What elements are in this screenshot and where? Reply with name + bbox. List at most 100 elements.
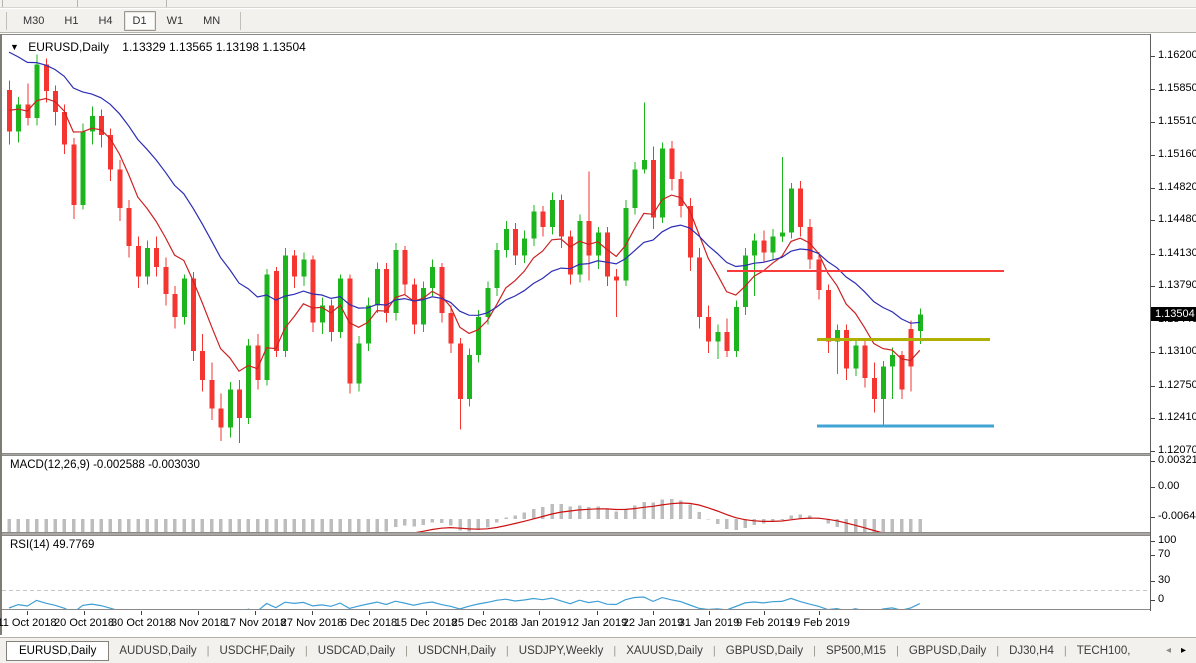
rsi-line (9, 597, 920, 609)
chart-tab-usdchf-daily[interactable]: USDCHF,Daily (210, 641, 305, 661)
toolbar-separator (6, 12, 7, 30)
date-tick (819, 611, 820, 615)
date-tick-label: 15 Dec 2018 (395, 617, 457, 629)
current-price-tag: 1.13504 (1151, 307, 1196, 321)
date-tick (84, 611, 85, 615)
timeframe-button-w1[interactable]: W1 (158, 11, 193, 31)
chart-tab-eurusd-daily[interactable]: EURUSD,Daily (6, 641, 109, 661)
chart-tab-bar: EURUSD,DailyAUDUSD,Daily|USDCHF,Daily|US… (0, 637, 1196, 663)
timeframe-button-d1[interactable]: D1 (124, 11, 156, 31)
date-tick-label: 20 Oct 2018 (54, 617, 114, 629)
macd-axis-label: -0.006485 (1158, 510, 1196, 522)
price-tick-label: 1.13790 (1158, 279, 1196, 291)
chart-tab-usdcad-daily[interactable]: USDCAD,Daily (308, 641, 405, 661)
chart-tab-sp500-m15[interactable]: SP500,M15 (816, 641, 896, 661)
date-tick-label: 19 Feb 2019 (788, 617, 850, 629)
date-tick (198, 611, 199, 615)
macd-panel[interactable]: MACD(12,26,9) -0.002588 -0.003030 (2, 455, 1150, 533)
date-tick-label: 8 Nov 2018 (170, 617, 226, 629)
macd-values: -0.002588 -0.003030 (93, 459, 200, 471)
chart-window: ▼ EURUSD,Daily 1.13329 1.13565 1.13198 1… (0, 34, 1196, 635)
timeframe-button-m30[interactable]: M30 (14, 11, 53, 31)
date-tick-label: 11 Oct 2018 (0, 617, 57, 629)
date-tick-label: 25 Dec 2018 (452, 617, 514, 629)
date-tick-label: 6 Dec 2018 (341, 617, 397, 629)
rsi-axis-label: 70 (1158, 548, 1170, 560)
date-tick-label: 3 Jan 2019 (512, 617, 566, 629)
rsi-levels (2, 591, 1150, 610)
toolbar-separator (240, 12, 241, 30)
date-tick-label: 27 Nov 2018 (281, 617, 343, 629)
toolbar-divider (2, 0, 3, 7)
price-tick-label: 1.13100 (1158, 345, 1196, 357)
macd-label: MACD(12,26,9) -0.002588 -0.003030 (10, 459, 200, 471)
timeframe-button-h4[interactable]: H4 (89, 11, 121, 31)
timeframe-button-h1[interactable]: H1 (55, 11, 87, 31)
date-tick (709, 611, 710, 615)
rsi-axis-label: 30 (1158, 574, 1170, 586)
price-tick-label: 1.12410 (1158, 411, 1196, 423)
date-tick-label: 12 Jan 2019 (567, 617, 628, 629)
rsi-axis-label: 0 (1158, 593, 1164, 605)
axis-border-line (1150, 34, 1151, 611)
date-tick-label: 17 Nov 2018 (224, 617, 286, 629)
date-tick (539, 611, 540, 615)
chart-tab-tech100-[interactable]: TECH100, (1067, 641, 1141, 661)
date-tick-label: 22 Jan 2019 (623, 617, 684, 629)
tab-scroll-left-icon[interactable]: ◂ (1166, 646, 1171, 656)
price-tick-label: 1.15850 (1158, 82, 1196, 94)
date-tick (764, 611, 765, 615)
chart-ohlc-values: 1.13329 1.13565 1.13198 1.13504 (122, 40, 306, 54)
chart-tab-dj30-h4[interactable]: DJ30,H4 (999, 641, 1064, 661)
price-tick-label: 1.16200 (1158, 49, 1196, 61)
date-tick (312, 611, 313, 615)
date-tick-label: 30 Oct 2018 (111, 617, 171, 629)
chart-tab-usdcnh-daily[interactable]: USDCNH,Daily (408, 641, 506, 661)
moving-averages-layer (9, 52, 920, 371)
date-tick (369, 611, 370, 615)
date-tick (27, 611, 28, 615)
date-tick-label: 9 Feb 2019 (736, 617, 792, 629)
macd-histogram (8, 499, 922, 532)
chart-tab-usdjpy-weekly[interactable]: USDJPY,Weekly (509, 641, 614, 661)
chart-tab-xauusd-daily[interactable]: XAUUSD,Daily (616, 641, 713, 661)
rsi-chart[interactable] (2, 536, 1150, 609)
date-tick (653, 611, 654, 615)
price-tick-label: 1.12750 (1158, 379, 1196, 391)
price-tick-label: 1.14820 (1158, 181, 1196, 193)
candles-layer (7, 55, 923, 443)
tab-scroll-right-icon[interactable]: ▸ (1181, 646, 1186, 656)
chart-title: ▼ EURUSD,Daily 1.13329 1.13565 1.13198 1… (10, 40, 306, 54)
price-tick-label: 1.14480 (1158, 213, 1196, 225)
price-tick-label: 1.15160 (1158, 148, 1196, 160)
macd-axis-label: 0.003216 (1158, 454, 1196, 466)
date-tick-label: 31 Jan 2019 (679, 617, 740, 629)
tab-scroll-arrows: ◂ ▸ (1160, 638, 1192, 663)
toolbar-divider (166, 0, 167, 7)
chart-symbol-label: EURUSD,Daily (28, 40, 109, 54)
date-tick (597, 611, 598, 615)
price-tick-label: 1.14130 (1158, 247, 1196, 259)
date-tick (255, 611, 256, 615)
rsi-value: 49.7769 (53, 539, 95, 551)
chart-tab-strip: EURUSD,DailyAUDUSD,Daily|USDCHF,Daily|US… (0, 638, 1150, 663)
symbol-dropdown-icon[interactable]: ▼ (10, 42, 19, 52)
toolbar-divider (77, 0, 78, 7)
date-tick (426, 611, 427, 615)
timeframe-button-mn[interactable]: MN (194, 11, 229, 31)
chart-tab-gbpusd-daily[interactable]: GBPUSD,Daily (716, 641, 813, 661)
chart-tab-gbpusd-daily[interactable]: GBPUSD,Daily (899, 641, 996, 661)
date-tick (141, 611, 142, 615)
timeframe-toolbar: M30H1H4D1W1MN (0, 9, 1196, 33)
chart-tab-audusd-daily[interactable]: AUDUSD,Daily (109, 641, 206, 661)
main-chart-panel[interactable]: ▼ EURUSD,Daily 1.13329 1.13565 1.13198 1… (2, 34, 1150, 454)
trading-terminal-window: M30H1H4D1W1MN ▼ EURUSD,Daily 1.13329 1.1… (0, 0, 1196, 663)
price-tick-label: 1.15510 (1158, 115, 1196, 127)
price-axis[interactable]: 1.16200 1.15850 1.15510 1.15160 1.14820 1.144… (1150, 34, 1196, 611)
date-axis[interactable]: 11 Oct 201820 Oct 201830 Oct 20188 Nov 2… (2, 611, 1196, 635)
date-tick (483, 611, 484, 615)
macd-axis-label: 0.00 (1158, 480, 1179, 492)
candlestick-chart[interactable] (2, 35, 1150, 454)
rsi-panel[interactable]: RSI(14) 49.7769 (2, 535, 1150, 610)
rsi-axis-label: 100 (1158, 534, 1176, 546)
